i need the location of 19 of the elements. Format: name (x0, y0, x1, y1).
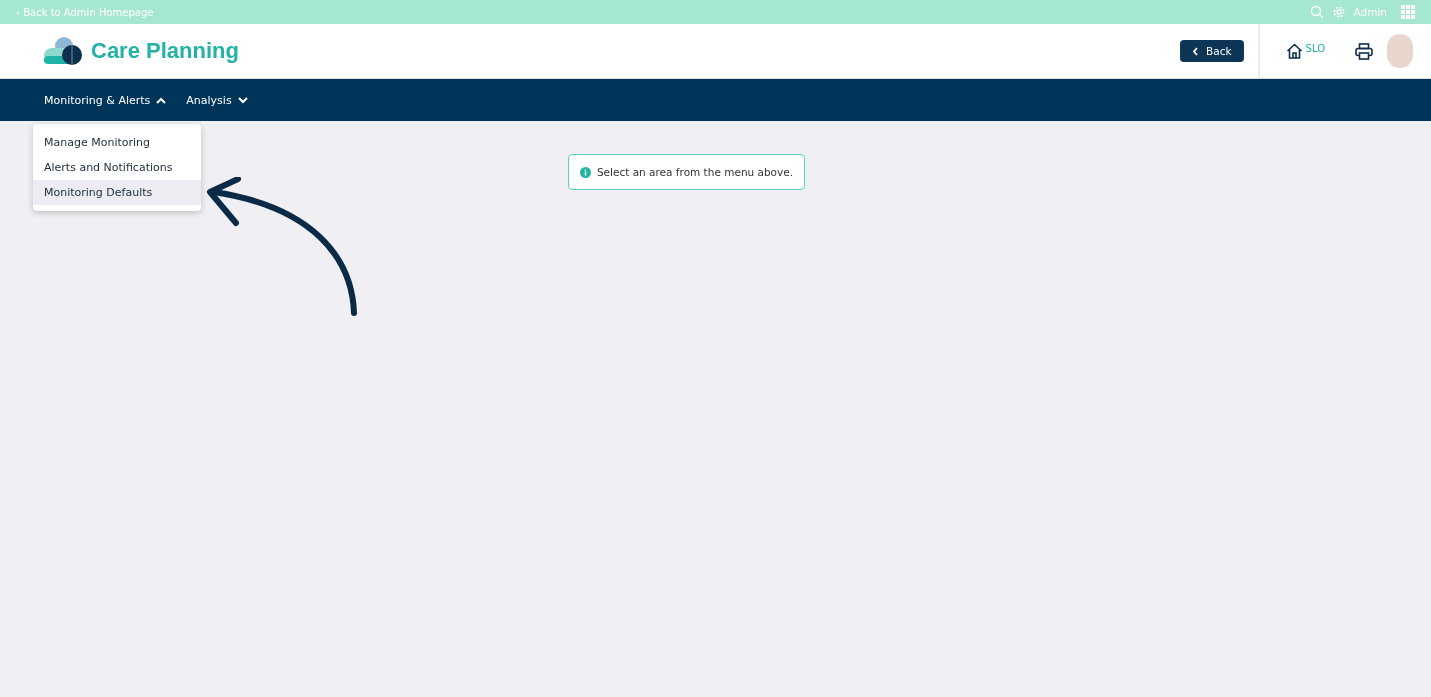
info-icon (579, 166, 591, 178)
logo-icon (44, 36, 84, 66)
print-icon[interactable] (1355, 42, 1373, 60)
nav-menu-item[interactable]: Monitoring & Alerts (44, 93, 167, 107)
settings-icon[interactable] (1331, 5, 1346, 19)
notice-text: Select an area from the menu above. (596, 166, 794, 178)
app-title: Care Planning (91, 38, 239, 64)
chevron-up-icon (156, 96, 167, 104)
avatar[interactable] (1387, 34, 1413, 68)
dropdown-item[interactable]: Alerts and Notifications (33, 154, 201, 180)
chevron-left-icon (1192, 46, 1200, 56)
dropdown-item[interactable]: Manage Monitoring (33, 129, 201, 155)
back-button[interactable]: Back (1180, 40, 1244, 62)
home-icon (1285, 43, 1303, 59)
chevron-down-icon (237, 96, 248, 104)
app-grid-icon[interactable] (1401, 5, 1415, 19)
nav-menu-item[interactable]: Analysis (186, 93, 248, 107)
dropdown-item[interactable]: Monitoring Defaults (33, 179, 201, 205)
search-icon[interactable] (1309, 5, 1324, 19)
